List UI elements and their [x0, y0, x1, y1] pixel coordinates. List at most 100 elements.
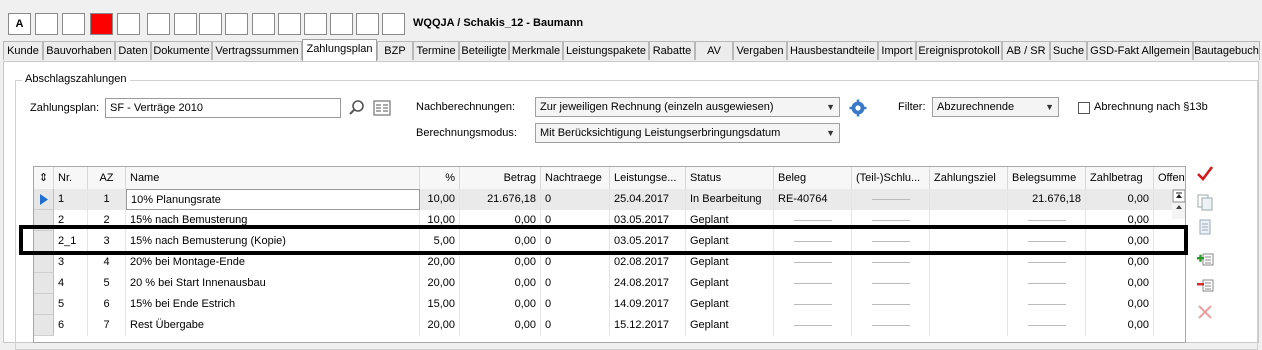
row-scroll-control[interactable] — [1172, 189, 1185, 219]
zahlungsplan-input[interactable]: SF - Verträge 2010 — [105, 98, 341, 118]
row-indicator[interactable] — [34, 294, 54, 315]
tab-rabatte[interactable]: Rabatte — [649, 41, 695, 60]
table-row[interactable]: 1 1 10% Planungsrate 10,00 21.676,18 0 2… — [34, 189, 1185, 210]
cell-belegsumme — [1008, 294, 1086, 315]
add-row-icon[interactable] — [1195, 250, 1215, 270]
tab-bzp[interactable]: BZP — [377, 41, 413, 60]
row-indicator[interactable] — [34, 273, 54, 294]
tab-zahlungsplan[interactable]: Zahlungsplan — [302, 39, 377, 61]
confirm-check-icon[interactable] — [1195, 164, 1215, 184]
status-cell[interactable] — [225, 13, 248, 35]
column-header-percent[interactable]: % — [420, 167, 460, 189]
sort-icon[interactable]: ⇕ — [34, 167, 54, 189]
table-header: ⇕ Nr. AZ Name % Betrag Nachtraege Leistu… — [34, 167, 1185, 190]
tab-merkmale[interactable]: Merkmale — [509, 41, 563, 60]
nachberechnungen-select[interactable]: Zur jeweiligen Rechnung (einzeln ausgewi… — [535, 97, 840, 117]
status-cell[interactable] — [278, 13, 301, 35]
cell-offen — [1154, 294, 1185, 315]
list-icon[interactable] — [373, 100, 391, 116]
tab-dokumente[interactable]: Dokumente — [151, 41, 212, 60]
row-indicator[interactable] — [34, 252, 54, 273]
copy-icon[interactable] — [1195, 193, 1215, 213]
tab-bar: Kunde Bauvorhaben Daten Dokumente Vertra… — [0, 39, 1262, 61]
column-header-beleg[interactable]: Beleg — [774, 167, 852, 189]
cell-status: Geplant — [686, 252, 774, 273]
tab-gsd-fakt-allgemein[interactable]: GSD-Fakt Allgemein — [1087, 41, 1193, 60]
status-cell[interactable] — [304, 13, 327, 35]
tab-daten[interactable]: Daten — [115, 41, 151, 60]
status-cell[interactable] — [330, 13, 353, 35]
row-indicator[interactable] — [34, 189, 54, 210]
table-row[interactable]: 3 4 20% bei Montage-Ende 20,00 0,00 0 02… — [34, 252, 1185, 273]
berechnungsmodus-value: Mit Berücksichtigung Leistungserbringung… — [540, 127, 781, 139]
cell-leistungsdatum: 15.12.2017 — [610, 315, 686, 336]
tab-suche[interactable]: Suche — [1050, 41, 1087, 60]
cell-leistungsdatum: 25.04.2017 — [610, 189, 686, 210]
column-header-zahlbetrag[interactable]: Zahlbetrag — [1086, 167, 1154, 189]
tab-import[interactable]: Import — [878, 41, 916, 60]
status-cell[interactable] — [62, 13, 85, 35]
tab-vergaben[interactable]: Vergaben — [733, 41, 787, 60]
status-cell[interactable] — [382, 13, 405, 35]
table-row[interactable]: 6 7 Rest Übergabe 20,00 0,00 0 15.12.201… — [34, 315, 1185, 336]
table-row[interactable]: 5 6 15% bei Ende Estrich 15,00 0,00 0 14… — [34, 294, 1185, 315]
chevron-down-icon: ▼ — [1045, 102, 1054, 112]
filter-label: Filter: — [898, 101, 926, 113]
status-cell[interactable] — [117, 13, 140, 35]
cell-leistungsdatum: 14.09.2017 — [610, 294, 686, 315]
cell-nachtraege: 0 — [541, 273, 610, 294]
letter-cell[interactable]: A — [8, 13, 31, 35]
status-cell-red[interactable] — [90, 13, 113, 35]
status-cell[interactable] — [35, 13, 58, 35]
column-header-leistungsdatum[interactable]: Leistungse... — [610, 167, 686, 189]
column-header-nr[interactable]: Nr. — [54, 167, 88, 189]
tab-av[interactable]: AV — [695, 41, 733, 60]
search-icon[interactable] — [348, 99, 366, 117]
cell-az: 4 — [88, 252, 126, 273]
column-header-teilschluss[interactable]: (Teil-)Schlu... — [852, 167, 930, 189]
column-header-zahlungsziel[interactable]: Zahlungsziel — [930, 167, 1008, 189]
column-header-belegsumme[interactable]: Belegsumme — [1008, 167, 1086, 189]
document-icon[interactable] — [1195, 218, 1215, 238]
column-header-nachtraege[interactable]: Nachtraege — [541, 167, 610, 189]
cell-beleg — [774, 315, 852, 336]
column-header-offen[interactable]: Offen — [1154, 167, 1185, 189]
cell-teilschluss — [852, 315, 930, 336]
filter-select[interactable]: Abzurechnende ▼ — [932, 97, 1059, 117]
cell-zahlbetrag: 0,00 — [1086, 273, 1154, 294]
tab-hausbestandteile[interactable]: Hausbestandteile — [787, 41, 878, 60]
column-header-status[interactable]: Status — [686, 167, 774, 189]
status-cell[interactable] — [147, 13, 170, 35]
tab-bautagebuch[interactable]: Bautagebuch — [1193, 41, 1260, 60]
cell-nr: 1 — [54, 189, 88, 210]
cell-zahlungsziel — [930, 315, 1008, 336]
cell-nachtraege: 0 — [541, 294, 610, 315]
status-cell[interactable] — [174, 13, 197, 35]
status-cell[interactable] — [252, 13, 275, 35]
row-indicator[interactable] — [34, 315, 54, 336]
tab-beteiligte[interactable]: Beteiligte — [459, 41, 509, 60]
cell-name[interactable]: 10% Planungsrate — [126, 189, 420, 210]
abrechnung-13b-checkbox[interactable] — [1078, 102, 1090, 114]
tab-kunde[interactable]: Kunde — [3, 41, 43, 60]
cell-zahlungsziel — [930, 273, 1008, 294]
berechnungsmodus-select[interactable]: Mit Berücksichtigung Leistungserbringung… — [535, 123, 840, 143]
status-cell[interactable] — [356, 13, 379, 35]
tab-vertragssummen[interactable]: Vertragssummen — [212, 41, 302, 60]
tab-bauvorhaben[interactable]: Bauvorhaben — [43, 41, 115, 60]
tab-ab-sr[interactable]: AB / SR — [1002, 41, 1050, 60]
gear-icon[interactable] — [849, 99, 867, 117]
column-header-betrag[interactable]: Betrag — [460, 167, 541, 189]
tab-termine[interactable]: Termine — [413, 41, 459, 60]
tab-leistungspakete[interactable]: Leistungspakete — [563, 41, 649, 60]
table-row[interactable]: 4 5 20 % bei Start Innenausbau 20,00 0,0… — [34, 273, 1185, 294]
status-cell[interactable] — [199, 13, 222, 35]
abrechnung-13b-label: Abrechnung nach §13b — [1094, 101, 1208, 113]
cell-offen — [1154, 252, 1185, 273]
cell-nachtraege: 0 — [541, 315, 610, 336]
delete-icon[interactable] — [1195, 303, 1215, 323]
remove-row-icon[interactable] — [1195, 276, 1215, 296]
column-header-az[interactable]: AZ — [88, 167, 126, 189]
column-header-name[interactable]: Name — [126, 167, 420, 189]
tab-ereignisprotokoll[interactable]: Ereignisprotokoll — [916, 41, 1002, 60]
